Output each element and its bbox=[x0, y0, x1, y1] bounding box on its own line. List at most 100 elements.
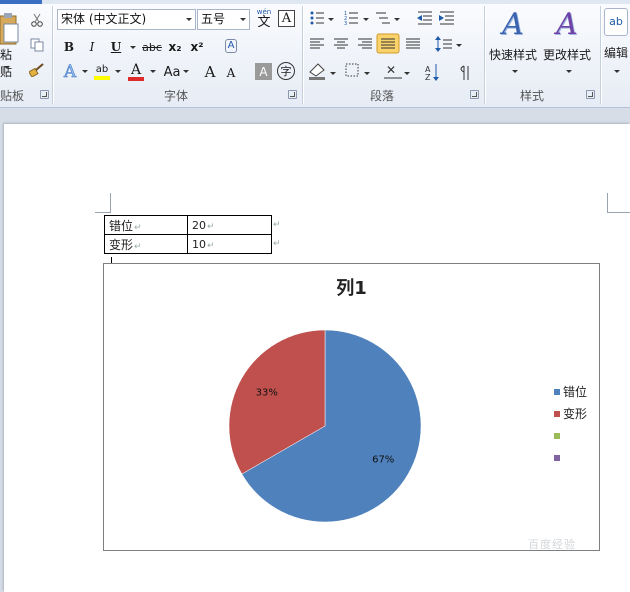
table-cell[interactable]: 10↵ bbox=[187, 234, 272, 254]
change-case-button[interactable]: Aa bbox=[160, 63, 184, 81]
cell-text: 错位 bbox=[109, 218, 134, 233]
italic-button[interactable]: I bbox=[84, 38, 100, 56]
text-effect-button[interactable]: A bbox=[60, 62, 80, 83]
cell-end-mark: ↵ bbox=[207, 221, 215, 232]
data-label-0: 67% bbox=[372, 455, 394, 466]
underline-button[interactable]: U bbox=[108, 38, 124, 56]
asian-layout-icon[interactable]: ✕ bbox=[384, 63, 410, 79]
tab-strip-edge bbox=[0, 0, 630, 4]
styles-launcher[interactable] bbox=[586, 90, 595, 99]
table-row: 错位↵ 20↵ bbox=[104, 215, 272, 235]
quick-styles-label: 快速样式 bbox=[488, 48, 537, 62]
brush-icon bbox=[29, 63, 44, 77]
font-group-label: 字体 bbox=[163, 89, 188, 103]
clear-formatting-button[interactable]: A bbox=[222, 37, 240, 55]
superscript-button[interactable]: x² bbox=[188, 38, 206, 56]
pie-chart[interactable]: 列1 67% 33% 错位 变形 bbox=[103, 263, 600, 551]
show-marks-icon[interactable] bbox=[460, 65, 469, 80]
bullets-icon[interactable] bbox=[310, 11, 335, 25]
phonetic-guide-button[interactable]: wén 文 bbox=[254, 8, 274, 30]
format-painter-button[interactable] bbox=[28, 62, 46, 78]
legend-label: 错位 bbox=[563, 385, 588, 399]
font-color-bar bbox=[128, 77, 144, 81]
editing-label: 编辑 bbox=[604, 46, 629, 60]
font-color-glyph: A bbox=[130, 62, 142, 78]
paragraph-launcher[interactable] bbox=[470, 90, 479, 99]
copy-button[interactable] bbox=[28, 37, 46, 53]
legend-swatch bbox=[554, 455, 560, 461]
legend-item-3 bbox=[554, 450, 587, 472]
quick-styles-icon: A bbox=[502, 7, 524, 42]
bold-button[interactable]: B bbox=[61, 38, 77, 56]
distributed-icon[interactable] bbox=[406, 38, 420, 49]
borders-icon[interactable] bbox=[345, 63, 370, 77]
character-border-button[interactable]: A bbox=[278, 10, 295, 27]
character-shading-button[interactable]: A bbox=[255, 63, 272, 80]
decrease-indent-icon[interactable] bbox=[417, 11, 432, 25]
change-styles-button[interactable]: A 更改样式 bbox=[542, 8, 592, 78]
highlight-button[interactable]: ab bbox=[92, 62, 112, 82]
legend-item-2 bbox=[554, 428, 587, 450]
pie-plot-area: 67% 33% bbox=[228, 329, 422, 523]
justify-icon[interactable] bbox=[376, 33, 400, 54]
scissors-icon bbox=[31, 13, 43, 27]
shading-icon[interactable] bbox=[309, 63, 336, 80]
font-name-combo[interactable]: 宋体 (中文正文) bbox=[57, 9, 196, 30]
subscript-button[interactable]: x₂ bbox=[166, 38, 184, 56]
cell-text: 20 bbox=[192, 218, 206, 232]
line-spacing-icon[interactable] bbox=[435, 36, 462, 52]
ribbon: 粘贴 贴板 宋体 (中文正文) 五号 wén 文 A B I U abc x₂ … bbox=[0, 0, 630, 108]
font-name-value: 宋体 (中文正文) bbox=[61, 12, 147, 26]
legend-item-0: 错位 bbox=[554, 384, 587, 406]
change-styles-icon: A bbox=[556, 7, 578, 42]
svg-text:Z: Z bbox=[425, 73, 431, 82]
multilevel-list-icon[interactable] bbox=[376, 12, 400, 24]
cell-end-mark: ↵ bbox=[134, 222, 142, 233]
legend-label: 变形 bbox=[563, 407, 588, 421]
legend-swatch bbox=[554, 433, 560, 439]
font-size-combo[interactable]: 五号 bbox=[197, 9, 250, 30]
numbering-icon[interactable]: 123 bbox=[344, 11, 369, 27]
paste-button[interactable]: 粘贴 bbox=[0, 10, 22, 79]
highlight-glyph: ab bbox=[95, 64, 109, 75]
data-label-1: 33% bbox=[256, 387, 278, 398]
phonetic-guide-glyph: 文 bbox=[257, 14, 271, 30]
increase-indent-icon[interactable] bbox=[439, 11, 454, 25]
copy-icon bbox=[30, 38, 44, 52]
paragraph-controls: 123 ✕ AZ bbox=[309, 11, 469, 82]
cut-button[interactable] bbox=[28, 12, 46, 28]
table-cell[interactable]: 20↵ bbox=[187, 215, 272, 235]
shrink-font-button[interactable]: A bbox=[223, 64, 239, 82]
strikethrough-button[interactable]: abc bbox=[140, 38, 164, 56]
margin-corner-right bbox=[607, 193, 630, 213]
data-table[interactable]: 错位↵ 20↵ 变形↵ 10↵ bbox=[104, 215, 272, 254]
paste-label: 粘贴 bbox=[0, 48, 13, 79]
change-styles-label: 更改样式 bbox=[542, 48, 591, 62]
binoculars-icon: ab bbox=[604, 8, 628, 36]
font-size-value: 五号 bbox=[201, 12, 226, 26]
align-center-icon[interactable] bbox=[334, 38, 348, 49]
editing-button[interactable]: ab 编辑 bbox=[604, 8, 630, 78]
table-cell[interactable]: 错位↵ bbox=[104, 215, 188, 235]
row-end-mark: ↵ bbox=[273, 220, 281, 230]
quick-styles-button[interactable]: A 快速样式 bbox=[488, 8, 538, 78]
clipboard-launcher[interactable] bbox=[40, 90, 49, 99]
font-launcher[interactable] bbox=[288, 90, 297, 99]
font-color-button[interactable]: A bbox=[126, 62, 146, 82]
table-cell[interactable]: 变形↵ bbox=[104, 234, 188, 254]
sort-icon[interactable]: AZ bbox=[425, 64, 439, 82]
enclose-characters-button[interactable]: 字 bbox=[277, 62, 295, 80]
cell-end-mark: ↵ bbox=[134, 241, 142, 252]
cell-end-mark: ↵ bbox=[207, 240, 215, 251]
legend-item-1: 变形 bbox=[554, 406, 587, 428]
align-right-icon[interactable] bbox=[358, 38, 372, 49]
svg-text:✕: ✕ bbox=[386, 63, 396, 77]
align-left-icon[interactable] bbox=[310, 38, 324, 49]
grow-font-button[interactable]: A bbox=[201, 62, 219, 82]
paragraph-group-label: 段落 bbox=[369, 89, 394, 103]
character-border-glyph: A bbox=[281, 11, 292, 26]
chart-legend: 错位 变形 bbox=[554, 384, 587, 472]
legend-swatch bbox=[554, 411, 560, 417]
paste-icon bbox=[0, 13, 19, 45]
table-row: 变形↵ 10↵ bbox=[104, 234, 272, 254]
